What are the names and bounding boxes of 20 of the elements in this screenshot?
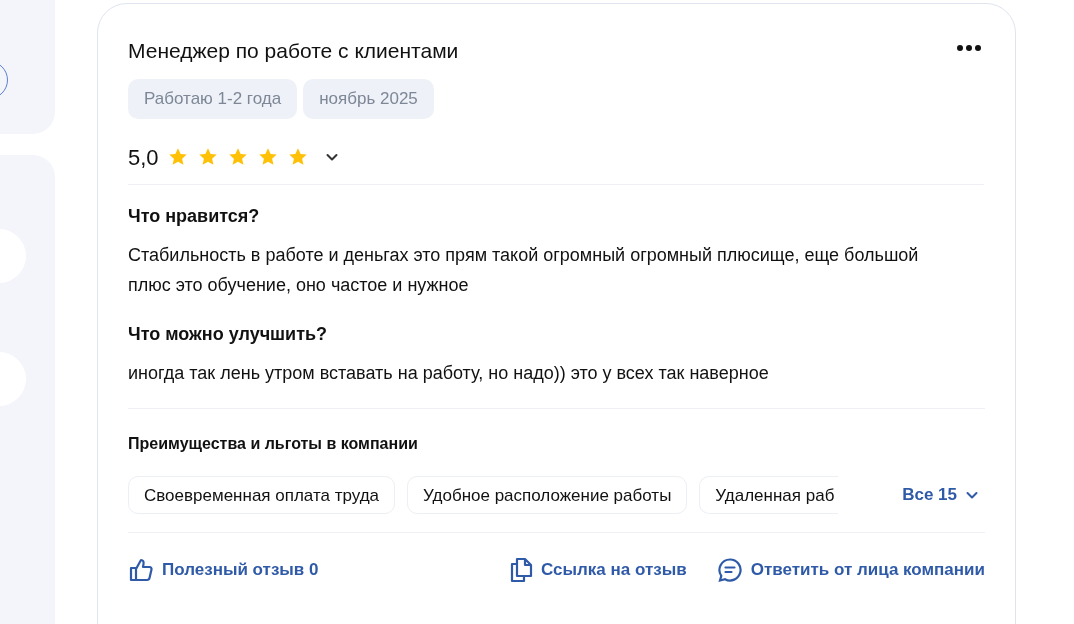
- benefit-chip: Удаленная раб: [699, 476, 839, 514]
- benefit-chip: Своевременная оплата труда: [128, 476, 396, 514]
- benefit-chip: Удобное расположение работы: [407, 476, 688, 514]
- review-title: Менеджер по работе с клиентами: [128, 38, 459, 64]
- action-link[interactable]: Ссылка на отзыв: [509, 557, 687, 583]
- section-heading: Что нравится?: [128, 205, 261, 227]
- more-icon[interactable]: [957, 45, 981, 51]
- copy-icon: [509, 557, 534, 583]
- action-link[interactable]: Полезный отзыв 0: [128, 557, 319, 583]
- thumbs-up-icon: [128, 557, 154, 583]
- benefits-heading: Преимущества и льготы в компании: [128, 434, 419, 454]
- section-text: Стабильность в работе и деньгах это прям такой огромный огромный плюсище, еще большой плюс это обучение, оно частое и нужное: [128, 244, 920, 297]
- tag: Работаю 1-2 года: [128, 79, 298, 119]
- section-heading: Что можно улучшить?: [128, 323, 329, 345]
- rating-value: 5,0: [128, 143, 159, 172]
- section-text: иногда так лень утром вставать на работу, но надо)) это у всех так наверное: [128, 362, 770, 385]
- show-all-button[interactable]: Все 15: [902, 482, 985, 508]
- chat-icon: [716, 557, 743, 583]
- action-link[interactable]: Ответить от лица компании: [716, 557, 985, 583]
- tag: ноябрь 2025: [303, 79, 434, 119]
